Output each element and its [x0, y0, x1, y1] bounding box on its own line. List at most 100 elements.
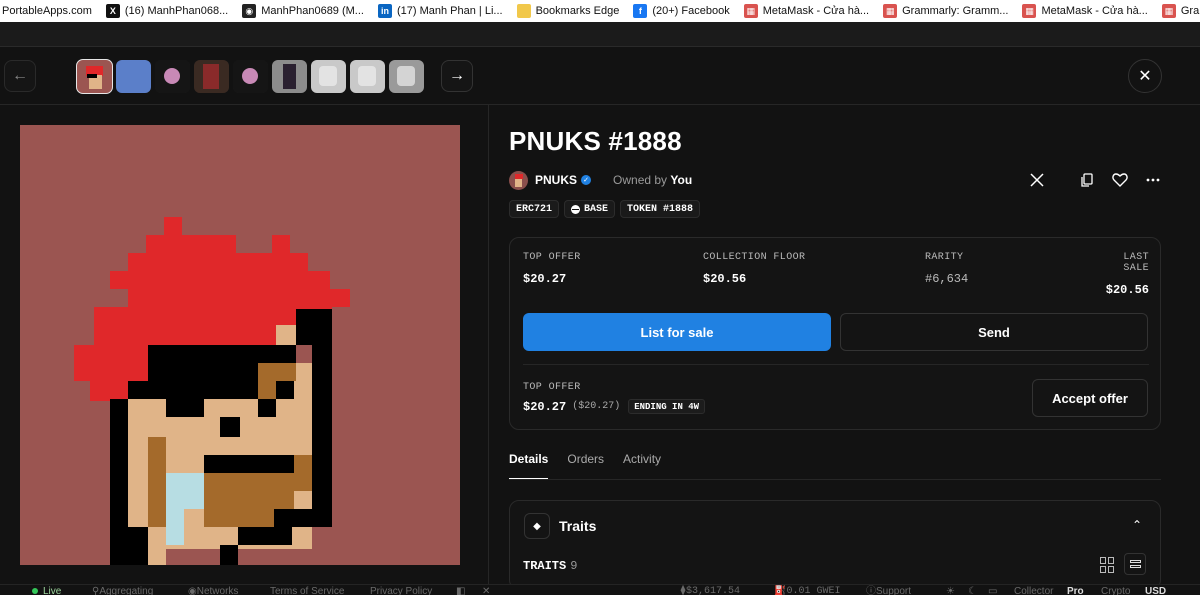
price-offer-card: TOP OFFER $20.27 COLLECTION FLOOR $20.56… [509, 237, 1161, 430]
stat-collection-floor: COLLECTION FLOOR $20.56 [703, 252, 805, 286]
stat-label: LAST SALE [1123, 252, 1149, 274]
theme-moon-icon[interactable]: ☾ [968, 585, 977, 595]
facebook-icon: f [633, 4, 648, 18]
owner-name[interactable]: You [670, 173, 692, 187]
tab-orders[interactable]: Orders [567, 452, 604, 480]
networks-link[interactable]: ◉ Networks [188, 585, 238, 595]
accept-offer-button[interactable]: Accept offer [1032, 379, 1148, 417]
stat-label: RARITY [925, 252, 964, 263]
bookmark-label: (16) ManhPhan068... [124, 5, 229, 17]
support-link[interactable]: ⓘ Support [866, 585, 911, 595]
item-thumbnail-strip [76, 59, 424, 94]
chrome-webstore-icon: ▦ [1161, 4, 1176, 18]
currency-crypto[interactable]: Crypto [1101, 585, 1130, 595]
thumbnail-item[interactable] [233, 60, 268, 93]
top-offer-value: $20.27 [523, 399, 567, 414]
tab-details[interactable]: Details [509, 452, 549, 480]
modal-topbar: ← → ✕ [0, 47, 1200, 105]
thumbnail-item[interactable] [389, 60, 424, 93]
privacy-link[interactable]: Privacy Policy [370, 585, 432, 595]
networks-label: Networks [196, 586, 239, 595]
eth-price: ⧫ $3,617.54 [680, 585, 740, 595]
stat-value: $20.56 [703, 272, 747, 286]
gas-price: ⛽ 0.01 GWEI [774, 585, 840, 595]
copy-link-icon[interactable] [1076, 170, 1098, 190]
bookmark-label: Grammarly: Gramm... [902, 5, 1009, 17]
bookmark-item[interactable]: ▦ Grammarly: Gramm... [877, 0, 1016, 22]
mode-collector[interactable]: Collector [1014, 585, 1053, 595]
live-status: Live [32, 585, 61, 595]
tab-activity[interactable]: Activity [623, 452, 661, 480]
stat-top-offer: TOP OFFER $20.27 [523, 252, 581, 286]
thumbnail-item[interactable] [116, 60, 151, 93]
base-chain-icon [571, 204, 581, 214]
bookmarks-bar: PortableApps.com X (16) ManhPhan068... ◉ Man… [0, 0, 1200, 22]
tabs-underline [509, 479, 1161, 480]
grid-view-icon[interactable] [1100, 557, 1116, 573]
traits-card: ◆ Traits ⌃ TRAITS 9 [509, 500, 1161, 590]
thumbnail-item[interactable] [272, 60, 307, 93]
x-social-icon[interactable]: ✕ [482, 585, 490, 595]
mode-pro[interactable]: Pro [1067, 585, 1084, 595]
x-share-icon[interactable] [1026, 170, 1048, 190]
status-footer: Live ⚲ Aggregating ◉ Networks Terms of S… [0, 584, 1200, 595]
stat-value: $20.27 [523, 272, 567, 286]
thumbnail-item[interactable] [76, 59, 113, 94]
close-icon[interactable]: ✕ [1128, 59, 1162, 93]
tag-label: TOKEN #1888 [627, 203, 694, 215]
card-divider [523, 364, 1149, 365]
bookmark-item[interactable]: Bookmarks Edge [511, 0, 628, 22]
live-dot-icon [32, 588, 38, 594]
previous-arrow-icon[interactable]: ← [4, 60, 36, 92]
thumbnail-item[interactable] [350, 60, 385, 93]
bookmark-item[interactable]: ▦ MetaMask - Cửa hà... [1016, 0, 1155, 22]
currency-usd[interactable]: USD [1145, 585, 1166, 595]
traits-title[interactable]: Traits [559, 518, 596, 534]
owned-by-label: Owned by [613, 173, 668, 187]
discord-icon[interactable]: ◧ [456, 585, 465, 595]
send-button[interactable]: Send [840, 313, 1148, 351]
chevron-up-icon[interactable]: ⌃ [1132, 518, 1142, 532]
chrome-webstore-icon: ▦ [743, 4, 758, 18]
page-backdrop [0, 22, 1200, 46]
next-arrow-icon[interactable]: → [441, 60, 473, 92]
thumbnail-item[interactable] [155, 60, 190, 93]
collection-name-link[interactable]: PNUKS [535, 173, 577, 187]
stat-last-sale: LAST SALE $20.56 [1093, 252, 1149, 297]
list-for-sale-button[interactable]: List for sale [523, 313, 831, 351]
traits-diamond-icon: ◆ [524, 513, 550, 539]
more-options-icon[interactable] [1142, 170, 1164, 190]
bookmark-item[interactable]: X (16) ManhPhan068... [100, 0, 236, 22]
folder-icon [516, 4, 531, 18]
bookmark-label: MetaMask - Cửa hà... [762, 5, 870, 17]
bookmark-label: (17) Manh Phan | Li... [396, 5, 503, 17]
stat-label: TOP OFFER [523, 252, 581, 263]
bookmark-item[interactable]: in (17) Manh Phan | Li... [372, 0, 511, 22]
top-offer-label: TOP OFFER [523, 382, 581, 393]
terms-link[interactable]: Terms of Service [270, 585, 344, 595]
item-modal: ← → ✕ PNUKS #1888 PNUKS ✓ Owned by You E… [0, 46, 1200, 590]
bookmark-item[interactable]: ▦ MetaMask - Cửa hà... [738, 0, 877, 22]
traits-count-value: 9 [570, 559, 578, 573]
bookmark-item[interactable]: ◉ ManhPhan0689 (M... [236, 0, 372, 22]
collection-avatar[interactable] [509, 170, 528, 190]
collection-row: PNUKS ✓ Owned by You [509, 170, 692, 190]
traits-count-label: TRAITS [523, 559, 567, 573]
bookmark-item[interactable]: f (20+) Facebook [627, 0, 737, 22]
chrome-webstore-icon: ▦ [883, 4, 898, 18]
stat-value: #6,634 [925, 272, 969, 286]
tag-label: BASE [584, 203, 609, 215]
thumbnail-item[interactable] [194, 60, 229, 93]
favorite-heart-icon[interactable] [1109, 170, 1131, 190]
tag-standard: ERC721 [509, 200, 560, 218]
bookmark-item[interactable]: PortableApps.com [0, 0, 100, 22]
aggregating-status: ⚲ Aggregating [92, 585, 153, 595]
list-view-icon[interactable] [1124, 553, 1146, 575]
stat-value: $20.56 [1105, 283, 1149, 297]
stat-rarity: RARITY #6,634 [925, 252, 968, 286]
bookmark-item[interactable]: ▦ Grammarly: Gramm... [1156, 0, 1200, 22]
theme-sun-icon[interactable]: ☀ [946, 585, 955, 595]
theme-monitor-icon[interactable]: ▭ [988, 585, 997, 595]
thumbnail-item[interactable] [311, 60, 346, 93]
offer-expiry-badge: ENDING IN 4W [628, 399, 706, 414]
